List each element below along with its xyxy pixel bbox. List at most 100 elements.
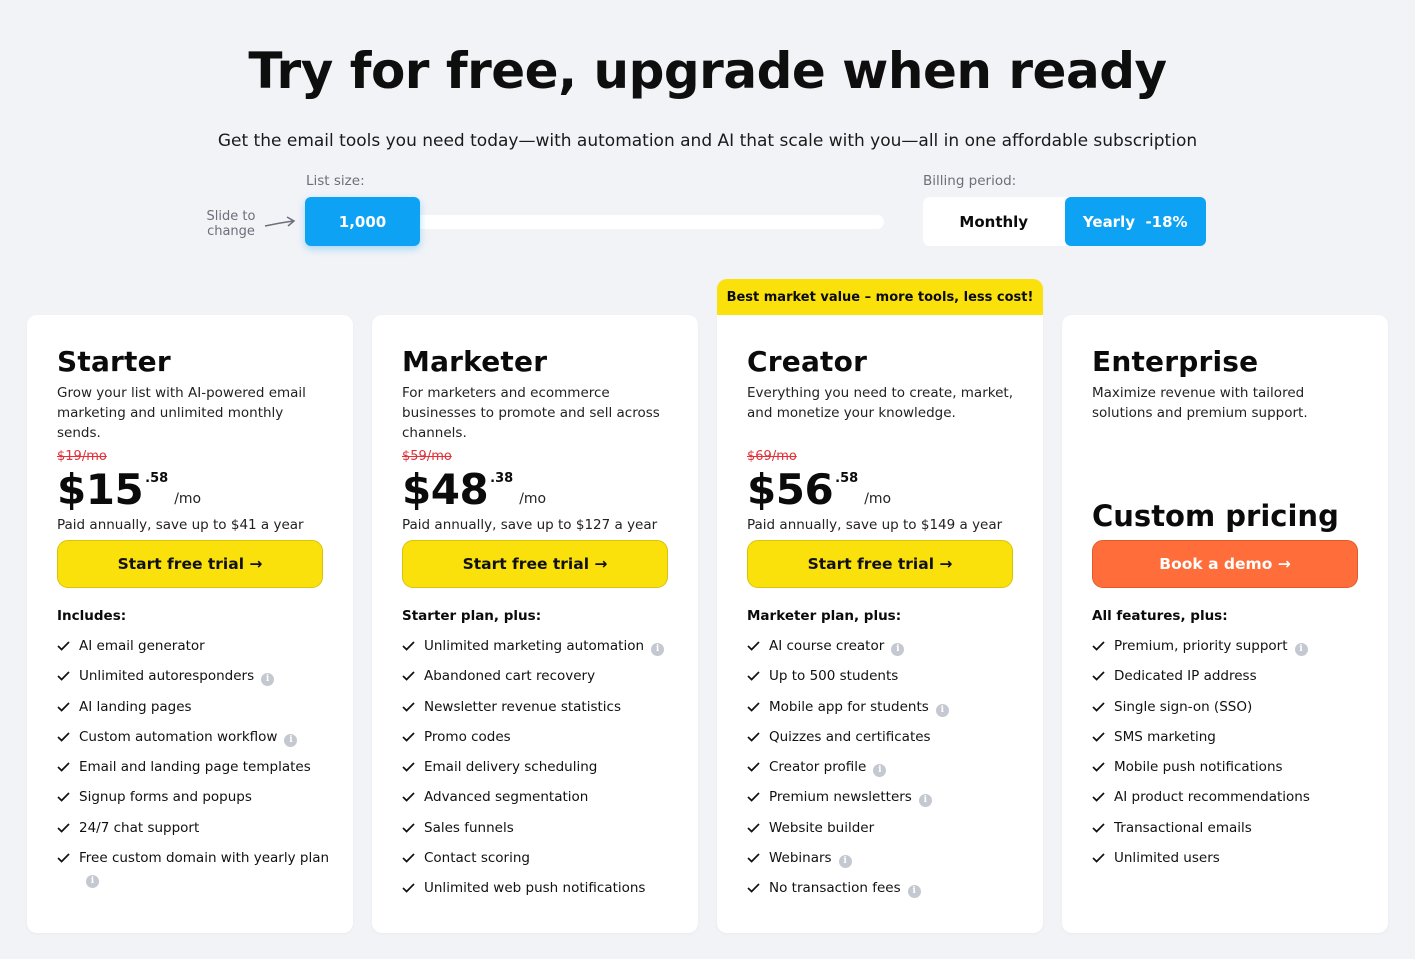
info-icon[interactable]: i <box>935 703 949 717</box>
check-icon <box>747 762 760 772</box>
feature-list: AI email generator Unlimited autoresponde… <box>57 636 333 898</box>
old-price: $69/mo <box>747 449 797 464</box>
feature-label: AI email generator <box>79 638 205 654</box>
feature-item: Email and landing page templates <box>57 757 333 777</box>
check-icon <box>57 823 70 833</box>
feature-list: AI course creator i Up to 500 students Mobi… <box>747 636 1023 909</box>
list-size-label: List size: <box>306 173 365 189</box>
price: $56 .58 /mo <box>747 465 1013 517</box>
feature-item: Promo codes <box>402 727 678 747</box>
feature-item: No transaction fees i <box>747 878 1023 899</box>
start-free-trial-button[interactable]: Start free trial → <box>57 540 323 588</box>
check-icon <box>747 853 760 863</box>
start-free-trial-button[interactable]: Start free trial → <box>402 540 668 588</box>
feature-label: AI landing pages <box>79 698 192 715</box>
feature-label: Unlimited users <box>1114 850 1220 867</box>
feature-item: Premium, priority support i <box>1092 636 1368 656</box>
includes-title: Starter plan, plus: <box>402 608 542 624</box>
savings-note: Paid annually, save up to $127 a year <box>402 517 658 533</box>
check-icon <box>1092 641 1105 651</box>
feature-item: Unlimited marketing automation i <box>402 636 678 656</box>
plan-description: For marketers and ecommerce businesses t… <box>402 385 660 441</box>
feature-label: Mobile app for students <box>769 698 929 715</box>
info-icon[interactable]: i <box>873 764 887 778</box>
check-icon <box>57 792 70 803</box>
check-icon <box>747 792 760 803</box>
check-icon <box>57 853 70 863</box>
feature-label: Up to 500 students <box>769 668 899 685</box>
feature-item: Advanced segmentation <box>402 787 678 807</box>
feature-item: Abandoned cart recovery <box>402 666 678 686</box>
start-free-trial-button[interactable]: Start free trial → <box>747 540 1013 588</box>
check-icon <box>1092 792 1105 803</box>
feature-item: AI landing pages <box>57 697 333 717</box>
plan-name: Starter <box>57 345 171 378</box>
check-icon <box>57 641 70 651</box>
feature-label: Advanced segmentation <box>424 789 589 806</box>
feature-label: Free custom domain with yearly plan <box>79 850 330 867</box>
info-icon[interactable]: i <box>891 643 905 656</box>
check-icon <box>57 732 70 742</box>
check-icon <box>1092 762 1105 772</box>
feature-label: Premium, priority support <box>1114 638 1288 654</box>
info-icon[interactable]: i <box>86 875 99 889</box>
feature-label: 24/7 chat support <box>79 819 200 836</box>
feature-label: Website builder <box>769 819 875 836</box>
plan-description: Everything you need to create, market, a… <box>747 385 1013 421</box>
list-size-slider-thumb[interactable]: 1,000 <box>305 197 420 246</box>
feature-item: Email delivery scheduling <box>402 757 678 777</box>
check-icon <box>747 671 760 681</box>
feature-item: Unlimited users <box>1092 848 1368 868</box>
billing-period-label: Billing period: <box>923 173 1017 189</box>
price-amount: $15 <box>57 465 144 514</box>
check-icon <box>57 701 70 712</box>
info-icon[interactable]: i <box>1294 643 1308 656</box>
feature-item: Custom automation workflow i <box>57 727 333 747</box>
price-period: /mo <box>864 491 892 507</box>
check-icon <box>1092 671 1105 681</box>
feature-item: Mobile app for students i <box>747 697 1023 717</box>
billing-yearly-option[interactable]: Yearly -18% <box>1064 197 1206 246</box>
check-icon <box>1092 823 1105 833</box>
plan-description: Grow your list with AI-powered email mar… <box>57 385 306 441</box>
feature-item: Single sign-on (SSO) <box>1092 697 1368 717</box>
book-demo-button[interactable]: Book a demo → <box>1092 540 1358 588</box>
old-price: $59/mo <box>402 449 452 464</box>
check-icon <box>57 671 70 681</box>
price-cents: .58 <box>145 471 169 486</box>
feature-label: Mobile push notifications <box>1114 759 1283 776</box>
info-icon[interactable]: i <box>651 643 665 656</box>
feature-label: No transaction fees <box>769 880 901 897</box>
check-icon <box>402 641 415 651</box>
savings-note: Paid annually, save up to $41 a year <box>57 517 304 533</box>
feature-item: Quizzes and certificates <box>747 727 1023 747</box>
feature-item: AI course creator i <box>747 636 1023 656</box>
billing-monthly-option[interactable]: Monthly <box>923 197 1065 246</box>
plan-name: Creator <box>747 345 868 378</box>
best-value-ribbon: Best market value – more tools, less cos… <box>717 279 1043 315</box>
info-icon[interactable]: i <box>284 733 298 747</box>
info-icon[interactable]: i <box>907 885 921 899</box>
feature-label: Transactional emails <box>1114 819 1252 836</box>
feature-list: Unlimited marketing automation i Abandoned… <box>402 636 678 909</box>
info-icon[interactable]: i <box>838 855 852 869</box>
feature-item: Dedicated IP address <box>1092 666 1368 686</box>
check-icon <box>402 762 415 772</box>
check-icon <box>747 641 760 651</box>
feature-label: AI course creator <box>769 638 885 654</box>
feature-label: Webinars <box>769 850 832 867</box>
feature-item: AI product recommendations <box>1092 787 1368 807</box>
feature-item: Unlimited web push notifications <box>402 878 678 898</box>
check-icon <box>402 823 415 833</box>
includes-title: Marketer plan, plus: <box>747 608 902 624</box>
info-icon[interactable]: i <box>261 673 275 687</box>
plan-name: Marketer <box>402 345 548 378</box>
savings-note: Paid annually, save up to $149 a year <box>747 517 1003 533</box>
check-icon <box>402 853 415 863</box>
slide-hint: Slide to change <box>206 209 256 239</box>
info-icon[interactable]: i <box>918 794 932 808</box>
plan-description: Maximize revenue with tailored solutions… <box>1092 385 1308 421</box>
feature-item: Premium newsletters i <box>747 787 1023 808</box>
check-icon <box>747 732 760 742</box>
price-cents: .58 <box>835 471 859 486</box>
